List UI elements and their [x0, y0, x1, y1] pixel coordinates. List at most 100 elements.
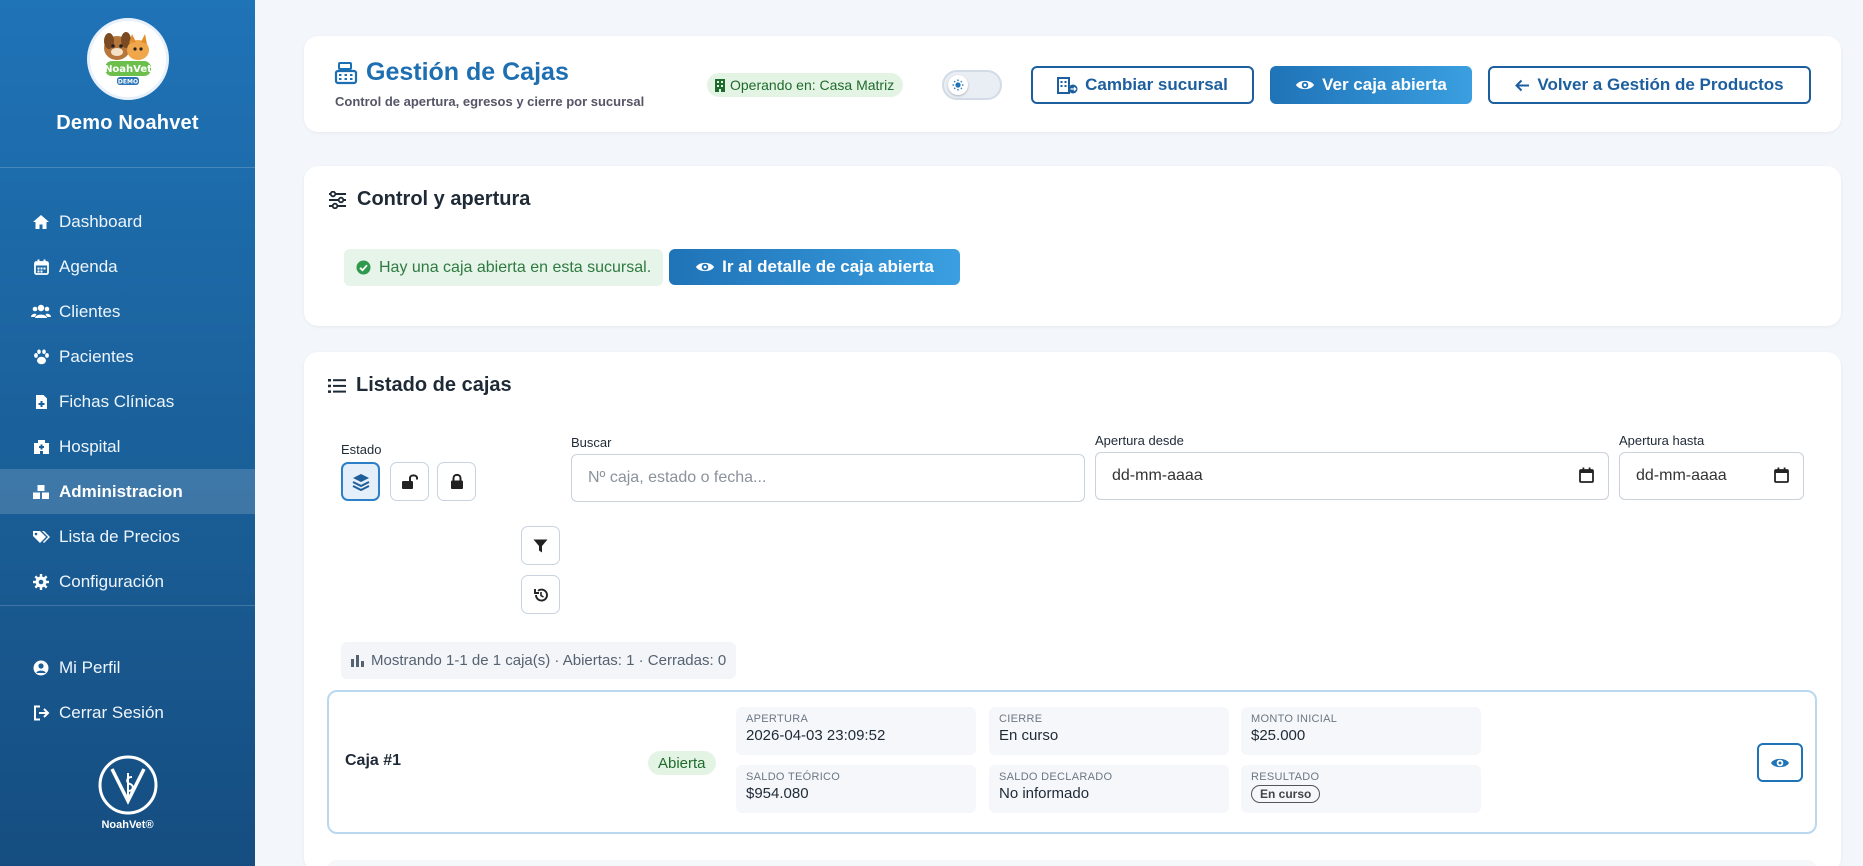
cell-monto-inicial: MONTO INICIAL $25.000 [1241, 707, 1481, 755]
estado-closed-button[interactable] [437, 462, 476, 501]
sidebar-item-lista-de-precios[interactable]: Lista de Precios [0, 514, 255, 559]
sidebar-item-mi-perfil[interactable]: Mi Perfil [0, 645, 255, 690]
next-row-peek [327, 860, 1817, 866]
eye-icon [1295, 78, 1315, 92]
date-to-input[interactable]: dd-mm-aaaa [1619, 452, 1804, 500]
search-label: Buscar [571, 435, 612, 450]
search-placeholder: Nº caja, estado o fecha... [588, 469, 767, 486]
sidebar-item-cerrar-sesion[interactable]: Cerrar Sesión [0, 690, 255, 735]
calendar-icon[interactable] [1774, 467, 1789, 483]
view-cash-button[interactable] [1757, 743, 1803, 782]
sidebar-item-configuracion[interactable]: Configuración [0, 559, 255, 604]
change-branch-button[interactable]: Cambiar sucursal [1031, 66, 1254, 104]
estado-open-button[interactable] [390, 462, 429, 501]
sidebar-item-label: Administracion [59, 481, 183, 501]
cell-saldo-teorico: SALDO TEÓRICO $954.080 [736, 765, 976, 813]
cell-value: No informado [999, 785, 1090, 802]
sidebar-item-dashboard[interactable]: Dashboard [0, 199, 255, 244]
date-from-label: Apertura desde [1095, 433, 1184, 448]
brand: NoahVet DEMO Demo Noahvet [0, 0, 255, 168]
cash-register-icon [334, 61, 358, 85]
sidebar: NoahVet DEMO Demo Noahvet Dashboard Agen… [0, 0, 255, 866]
calendar-icon[interactable] [1579, 467, 1594, 483]
page-title: Gestión de Cajas [334, 58, 569, 87]
date-from-input[interactable]: dd-mm-aaaa [1095, 452, 1609, 500]
sidebar-item-label: Mi Perfil [59, 657, 121, 677]
eye-icon [1770, 756, 1790, 770]
cash-list-card: Listado de cajas Estado Buscar Nº caja, … [304, 352, 1841, 866]
date-to-label: Apertura hasta [1619, 433, 1705, 448]
sidebar-item-label: Cerrar Sesión [59, 702, 164, 722]
gear-icon [31, 572, 51, 592]
view-open-cash-button[interactable]: Ver caja abierta [1270, 66, 1472, 104]
brand-logo[interactable]: NoahVet DEMO [86, 18, 169, 100]
cell-value: En curso [999, 727, 1059, 744]
control-section-title-text: Control y apertura [357, 188, 531, 210]
file-medical-icon [31, 392, 51, 412]
chart-bar-icon [351, 654, 364, 667]
dog-cat-logo-icon: NoahVet DEMO [90, 22, 165, 96]
open-cash-detail-button[interactable]: Ir al detalle de caja abierta [669, 249, 960, 285]
page-title-text: Gestión de Cajas [366, 58, 569, 86]
footer-logo: NoahVet® [0, 755, 255, 831]
sidebar-item-agenda[interactable]: Agenda [0, 244, 255, 289]
hospital-icon [31, 437, 51, 457]
sidebar-item-label: Lista de Precios [59, 526, 180, 546]
cell-label: CIERRE [999, 713, 1043, 725]
sidebar-item-fichas-clinicas[interactable]: Fichas Clínicas [0, 379, 255, 424]
noahvet-emblem-icon [98, 755, 157, 815]
toggle-knob [948, 75, 968, 95]
users-icon [31, 302, 51, 322]
theme-toggle[interactable] [942, 70, 1002, 100]
sidebar-account-nav: Mi Perfil Cerrar Sesión [0, 645, 255, 735]
sidebar-item-label: Dashboard [59, 211, 143, 231]
date-from-value: dd-mm-aaaa [1112, 467, 1203, 484]
search-input[interactable]: Nº caja, estado o fecha... [571, 454, 1085, 502]
cash-name: Caja #1 [345, 752, 402, 769]
lock-icon [450, 473, 464, 490]
paw-icon [31, 347, 51, 367]
reset-filter-button[interactable] [521, 575, 560, 614]
branch-badge: Operando en: Casa Matriz [707, 73, 904, 97]
cell-value: 2026-04-03 23:09:52 [746, 727, 886, 744]
sidebar-item-pacientes[interactable]: Pacientes [0, 334, 255, 379]
check-circle-icon [356, 260, 371, 275]
cell-label: APERTURA [746, 713, 809, 725]
results-summary: Mostrando 1-1 de 1 caja(s) · Abiertas: 1… [341, 642, 737, 679]
sidebar-item-label: Configuración [59, 571, 164, 591]
list-icon [328, 378, 346, 394]
sidebar-item-clientes[interactable]: Clientes [0, 289, 255, 334]
control-section-title: Control y apertura [328, 188, 530, 211]
filter-icon [533, 539, 548, 553]
layer-group-icon [352, 473, 370, 491]
open-cash-alert-text: Hay una caja abierta en esta sucursal. [379, 258, 652, 276]
branch-badge-text: Operando en: Casa Matriz [730, 77, 895, 93]
cell-label: SALDO DECLARADO [999, 771, 1113, 783]
sidebar-item-label: Agenda [59, 256, 118, 276]
cash-row[interactable]: Caja #1 Abierta APERTURA 2026-04-03 23:0… [327, 690, 1817, 834]
cell-resultado: RESULTADO En curso [1241, 765, 1481, 813]
cell-saldo-declarado: SALDO DECLARADO No informado [989, 765, 1229, 813]
sun-icon [952, 79, 964, 91]
apply-filter-button[interactable] [521, 526, 560, 565]
view-open-cash-label: Ver caja abierta [1322, 75, 1447, 94]
list-section-title: Listado de cajas [328, 374, 512, 397]
sidebar-divider [0, 605, 255, 606]
sidebar-item-label: Pacientes [59, 346, 134, 366]
cell-label: MONTO INICIAL [1251, 713, 1338, 725]
change-branch-label: Cambiar sucursal [1085, 75, 1228, 94]
sidebar-item-administracion[interactable]: Administracion [0, 469, 255, 514]
page-header: Gestión de Cajas Control de apertura, eg… [304, 36, 1841, 132]
sidebar-nav: Dashboard Agenda Clientes Pacientes Fich… [0, 199, 255, 604]
boxes-icon [31, 482, 51, 502]
tags-icon [31, 527, 51, 547]
estado-all-button[interactable] [341, 462, 380, 501]
back-to-products-button[interactable]: Volver a Gestión de Productos [1488, 66, 1811, 104]
cell-value: $954.080 [746, 785, 809, 802]
sidebar-item-label: Clientes [59, 301, 121, 321]
user-circle-icon [31, 658, 51, 678]
sidebar-item-hospital[interactable]: Hospital [0, 424, 255, 469]
status-badge: Abierta [648, 751, 716, 775]
estado-label: Estado [341, 442, 382, 457]
sidebar-item-label: Hospital [59, 436, 121, 456]
